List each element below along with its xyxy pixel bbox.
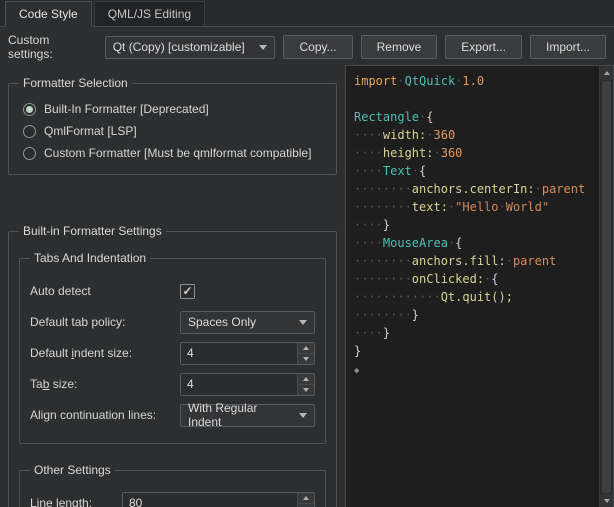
radio-label: Built-In Formatter [Deprecated] bbox=[44, 102, 209, 116]
indent-size-spinbox[interactable]: 4 bbox=[180, 342, 315, 365]
align-lines-combobox[interactable]: With Regular Indent bbox=[180, 404, 315, 427]
spin-down-button[interactable] bbox=[298, 353, 314, 364]
code-line: } bbox=[354, 342, 597, 360]
spin-buttons bbox=[297, 493, 314, 507]
line-length-value[interactable]: 80 bbox=[123, 493, 297, 507]
code-line: Rectangle·{ bbox=[354, 108, 597, 126]
align-lines-value: With Regular Indent bbox=[188, 401, 289, 429]
code-area[interactable]: import·QtQuick·1.0 Rectangle·{····width:… bbox=[346, 66, 599, 507]
scrollbar-track[interactable] bbox=[600, 80, 613, 494]
tabs-and-indentation-title: Tabs And Indentation bbox=[30, 251, 150, 265]
other-settings-title: Other Settings bbox=[30, 463, 115, 477]
code-line: ····height:·360 bbox=[354, 144, 597, 162]
arrow-down-icon bbox=[604, 499, 610, 503]
spin-down-button[interactable] bbox=[298, 384, 314, 395]
indent-size-label: Default indent size: bbox=[30, 346, 180, 360]
other-settings-group: Other Settings Line length: 80 bbox=[19, 470, 326, 507]
radio-label: QmlFormat [LSP] bbox=[44, 124, 137, 138]
tabs-and-indentation-group: Tabs And Indentation Auto detect Default… bbox=[19, 258, 326, 444]
chevron-down-icon bbox=[259, 45, 267, 50]
code-preview-editor[interactable]: import·QtQuick·1.0 Rectangle·{····width:… bbox=[345, 65, 614, 507]
auto-detect-label: Auto detect bbox=[30, 284, 180, 298]
tab-code-style[interactable]: Code Style bbox=[5, 1, 92, 27]
code-line: ········onClicked:·{ bbox=[354, 270, 597, 288]
copy-button[interactable]: Copy... bbox=[283, 35, 352, 59]
tab-policy-label: Default tab policy: bbox=[30, 315, 180, 329]
tab-size-row: Tab size: 4 bbox=[30, 371, 315, 397]
scrollbar-up-button[interactable] bbox=[600, 66, 613, 80]
line-length-spinbox[interactable]: 80 bbox=[122, 492, 315, 507]
arrow-down-icon bbox=[303, 357, 309, 361]
left-panel: Formatter Selection Built-In Formatter [… bbox=[0, 65, 345, 507]
indent-size-row: Default indent size: 4 bbox=[30, 340, 315, 366]
radio-label: Custom Formatter [Must be qmlformat comp… bbox=[44, 146, 311, 160]
radio-indicator bbox=[23, 103, 36, 116]
formatter-selection-group: Formatter Selection Built-In Formatter [… bbox=[8, 83, 337, 175]
builtin-formatter-settings-title: Built-in Formatter Settings bbox=[19, 224, 166, 238]
export-button[interactable]: Export... bbox=[445, 35, 522, 59]
arrow-up-icon bbox=[303, 346, 309, 350]
auto-detect-checkbox[interactable] bbox=[180, 284, 195, 299]
tab-policy-row: Default tab policy: Spaces Only bbox=[30, 309, 315, 335]
code-line: ····} bbox=[354, 324, 597, 342]
spin-up-button[interactable] bbox=[298, 374, 314, 384]
scheme-combobox-value: Qt (Copy) [customizable] bbox=[113, 40, 245, 54]
vertical-scrollbar[interactable] bbox=[599, 66, 613, 507]
builtin-formatter-settings-group: Built-in Formatter Settings Tabs And Ind… bbox=[8, 231, 337, 507]
arrow-down-icon bbox=[303, 388, 309, 392]
main-area: Formatter Selection Built-In Formatter [… bbox=[0, 65, 614, 507]
code-line: ········anchors.centerIn:·parent bbox=[354, 180, 597, 198]
code-line: ········text:·"Hello·World" bbox=[354, 198, 597, 216]
align-lines-row: Align continuation lines: With Regular I… bbox=[30, 402, 315, 428]
formatter-selection-title: Formatter Selection bbox=[19, 76, 132, 90]
tab-policy-value: Spaces Only bbox=[188, 315, 256, 329]
radio-custom-formatter[interactable]: Custom Formatter [Must be qmlformat comp… bbox=[19, 142, 326, 164]
tab-policy-combobox[interactable]: Spaces Only bbox=[180, 311, 315, 334]
spin-down-button[interactable] bbox=[298, 503, 314, 507]
radio-builtin-formatter[interactable]: Built-In Formatter [Deprecated] bbox=[19, 98, 326, 120]
radio-qmlformat[interactable]: QmlFormat [LSP] bbox=[19, 120, 326, 142]
radio-indicator bbox=[23, 147, 36, 160]
code-line: ········anchors.fill:·parent bbox=[354, 252, 597, 270]
radio-indicator bbox=[23, 125, 36, 138]
indent-size-value[interactable]: 4 bbox=[181, 343, 297, 364]
remove-button[interactable]: Remove bbox=[361, 35, 438, 59]
scheme-buttons: Copy... Remove Export... Import... bbox=[283, 35, 606, 59]
arrow-up-icon bbox=[303, 496, 309, 500]
code-line: import·QtQuick·1.0 bbox=[354, 72, 597, 90]
spin-buttons bbox=[297, 374, 314, 395]
align-lines-label: Align continuation lines: bbox=[30, 408, 180, 422]
code-line: ····width:·360 bbox=[354, 126, 597, 144]
code-line: ◆ bbox=[354, 360, 597, 378]
code-line: ····Text·{ bbox=[354, 162, 597, 180]
code-style-settings-window: Code Style QML/JS Editing Custom setting… bbox=[0, 0, 614, 507]
tab-qmljs-editing[interactable]: QML/JS Editing bbox=[94, 1, 205, 26]
code-line: ········} bbox=[354, 306, 597, 324]
line-length-row: Line length: 80 bbox=[30, 490, 315, 507]
tab-bar: Code Style QML/JS Editing bbox=[0, 0, 614, 27]
code-line: ············Qt.quit(); bbox=[354, 288, 597, 306]
scrollbar-down-button[interactable] bbox=[600, 494, 613, 507]
scheme-combobox[interactable]: Qt (Copy) [customizable] bbox=[105, 36, 276, 59]
chevron-down-icon bbox=[299, 413, 307, 418]
custom-settings-toolbar: Custom settings: Qt (Copy) [customizable… bbox=[0, 27, 614, 65]
arrow-up-icon bbox=[604, 71, 610, 75]
line-length-label: Line length: bbox=[30, 496, 122, 507]
code-line bbox=[354, 90, 597, 108]
tab-size-value[interactable]: 4 bbox=[181, 374, 297, 395]
spin-up-button[interactable] bbox=[298, 343, 314, 353]
spin-up-button[interactable] bbox=[298, 493, 314, 503]
tab-size-spinbox[interactable]: 4 bbox=[180, 373, 315, 396]
scrollbar-thumb[interactable] bbox=[602, 81, 611, 493]
spin-buttons bbox=[297, 343, 314, 364]
chevron-down-icon bbox=[299, 320, 307, 325]
arrow-up-icon bbox=[303, 377, 309, 381]
tab-size-label: Tab size: bbox=[30, 377, 180, 391]
import-button[interactable]: Import... bbox=[530, 35, 606, 59]
code-line: ····} bbox=[354, 216, 597, 234]
custom-settings-label: Custom settings: bbox=[8, 33, 97, 61]
code-line: ····MouseArea·{ bbox=[354, 234, 597, 252]
auto-detect-row: Auto detect bbox=[30, 278, 315, 304]
